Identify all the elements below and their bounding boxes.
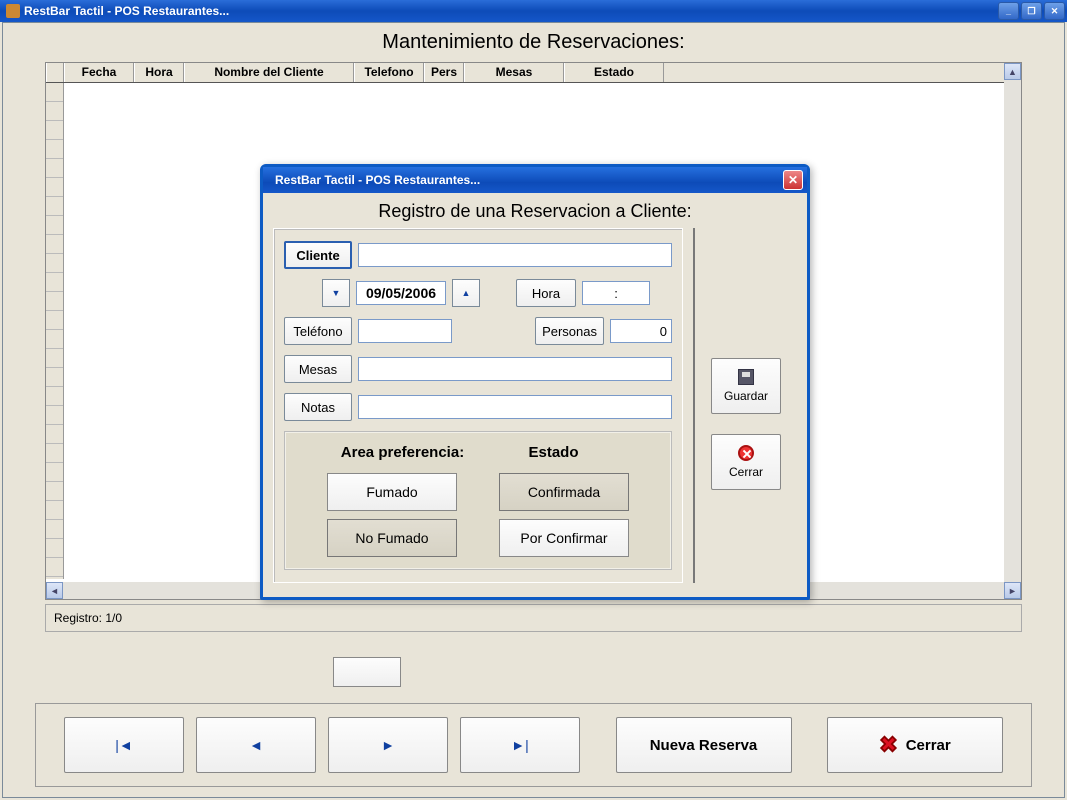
grid-vertical-scrollbar[interactable]: ▲ (1004, 63, 1021, 582)
dialog-body: Cliente ▼ ▲ Hora Teléfono Personas (263, 228, 807, 597)
personas-input[interactable] (610, 319, 672, 343)
reservation-dialog: RestBar Tactil - POS Restaurantes... ✕ R… (260, 164, 810, 600)
scroll-left-icon[interactable]: ◄ (46, 582, 63, 599)
main-close-label: Cerrar (906, 737, 951, 754)
col-estado[interactable]: Estado (564, 63, 664, 82)
record-status: Registro: 1/0 (45, 604, 1022, 632)
main-titlebar: RestBar Tactil - POS Restaurantes... _ ❐… (0, 0, 1067, 22)
preference-group: Area preferencia: Estado Fumado No Fumad… (284, 431, 672, 570)
hora-input[interactable] (582, 281, 650, 305)
notas-label[interactable]: Notas (284, 393, 352, 421)
col-fecha[interactable]: Fecha (64, 63, 134, 82)
cancel-icon (738, 445, 754, 461)
dialog-cerrar-button[interactable]: Cerrar (711, 434, 781, 490)
nav-next-button[interactable]: ► (328, 717, 448, 773)
grid-header: Fecha Hora Nombre del Cliente Telefono P… (46, 63, 1021, 83)
telefono-input[interactable] (358, 319, 452, 343)
bottom-toolbar: |◄ ◄ ► ►| Nueva Reserva ✖ Cerrar (35, 703, 1032, 787)
form-panel: Cliente ▼ ▲ Hora Teléfono Personas (273, 228, 683, 583)
area-heading: Area preferencia: (327, 444, 478, 461)
telefono-label[interactable]: Teléfono (284, 317, 352, 345)
date-up-button[interactable]: ▲ (452, 279, 480, 307)
notas-input[interactable] (358, 395, 672, 419)
grid-row-headers (46, 83, 64, 579)
dialog-close-x-button[interactable]: ✕ (783, 170, 803, 190)
nav-prev-button[interactable]: ◄ (196, 717, 316, 773)
new-reservation-label: Nueva Reserva (650, 737, 758, 754)
scroll-right-icon[interactable]: ► (1004, 582, 1021, 599)
maximize-button[interactable]: ❐ (1021, 2, 1042, 20)
cliente-input[interactable] (358, 243, 672, 267)
estado-confirmada-button[interactable]: Confirmada (499, 473, 629, 511)
app-icon (6, 4, 20, 18)
scroll-up-icon[interactable]: ▲ (1004, 63, 1021, 80)
guardar-label: Guardar (724, 389, 768, 403)
col-pers[interactable]: Pers (424, 63, 464, 82)
area-no-fumado-button[interactable]: No Fumado (327, 519, 457, 557)
dialog-subtitle: Registro de una Reservacion a Cliente: (263, 193, 807, 228)
close-button[interactable]: ✕ (1044, 2, 1065, 20)
col-mesas[interactable]: Mesas (464, 63, 564, 82)
dialog-cerrar-label: Cerrar (729, 465, 763, 479)
mesas-label[interactable]: Mesas (284, 355, 352, 383)
window-controls: _ ❐ ✕ (998, 2, 1065, 20)
save-icon (738, 369, 754, 385)
cliente-button[interactable]: Cliente (284, 241, 352, 269)
hora-button[interactable]: Hora (516, 279, 576, 307)
col-nombre[interactable]: Nombre del Cliente (184, 63, 354, 82)
new-reservation-button[interactable]: Nueva Reserva (616, 717, 792, 773)
col-hora[interactable]: Hora (134, 63, 184, 82)
nav-first-button[interactable]: |◄ (64, 717, 184, 773)
fecha-input[interactable] (356, 281, 446, 305)
minimize-button[interactable]: _ (998, 2, 1019, 20)
col-telefono[interactable]: Telefono (354, 63, 424, 82)
estado-heading: Estado (478, 444, 629, 461)
guardar-button[interactable]: Guardar (711, 358, 781, 414)
nav-last-button[interactable]: ►| (460, 717, 580, 773)
main-window-title: RestBar Tactil - POS Restaurantes... (24, 4, 229, 18)
dialog-titlebar[interactable]: RestBar Tactil - POS Restaurantes... ✕ (263, 167, 807, 193)
main-close-button[interactable]: ✖ Cerrar (827, 717, 1003, 773)
mesas-input[interactable] (358, 357, 672, 381)
hidden-button-stub[interactable] (333, 657, 401, 687)
dialog-window-title: RestBar Tactil - POS Restaurantes... (275, 173, 480, 187)
dialog-side-panel: Guardar Cerrar (693, 228, 797, 583)
close-x-icon: ✖ (879, 732, 897, 758)
area-fumado-button[interactable]: Fumado (327, 473, 457, 511)
date-down-button[interactable]: ▼ (322, 279, 350, 307)
personas-label[interactable]: Personas (535, 317, 604, 345)
grid-corner (46, 63, 64, 82)
page-title: Mantenimiento de Reservaciones: (3, 23, 1064, 58)
estado-por-confirmar-button[interactable]: Por Confirmar (499, 519, 629, 557)
